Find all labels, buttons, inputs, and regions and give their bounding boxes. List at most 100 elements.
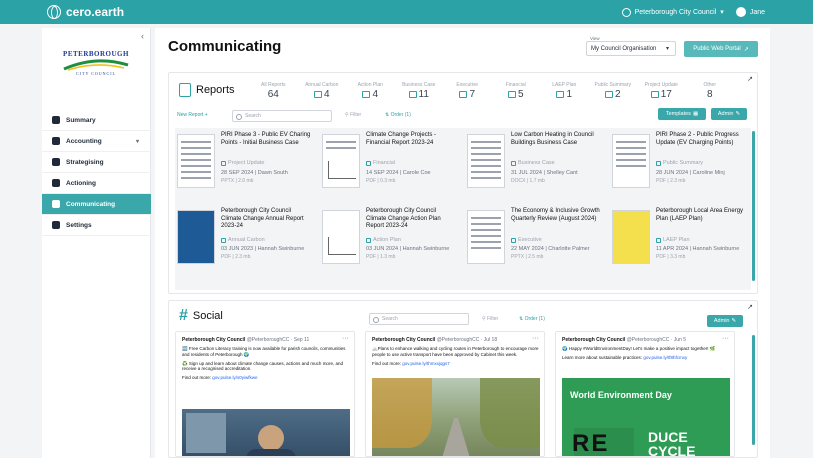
social-posts: Peterborough City Council @PeterboroughC… <box>175 331 745 457</box>
report-size: PDF | 3.3 mb <box>656 254 686 260</box>
more-options-icon[interactable]: ··· <box>722 335 729 342</box>
templates-button[interactable]: Templates ▦ <box>658 108 706 120</box>
stat-executive[interactable]: Executive 7 <box>443 82 492 100</box>
globe-icon <box>47 5 61 19</box>
stat-laep-plan[interactable]: LAEP Plan 1 <box>540 82 589 100</box>
post-link[interactable]: gov.pulse.ly/thmxxjqgs7 <box>402 361 449 366</box>
factory-icon <box>313 91 322 98</box>
sidebar-item-accounting[interactable]: Accounting ▾ <box>42 131 151 152</box>
stat-all-reports[interactable]: All Reports 64 <box>249 82 298 100</box>
org-switcher[interactable]: Peterborough City Council ▾ <box>621 7 724 17</box>
more-options-icon[interactable]: ··· <box>342 335 349 342</box>
report-card[interactable]: Low Carbon Heating in Council Buildings … <box>465 132 605 208</box>
stat-business-case[interactable]: Business Case 11 <box>395 82 444 100</box>
post-link[interactable]: gov.pulse.ly/tf8hfcmxy <box>643 355 687 360</box>
sidebar-item-summary[interactable]: Summary <box>42 110 151 131</box>
logo-subtext: CITY COUNCIL <box>76 71 116 76</box>
actioning-icon <box>52 179 60 187</box>
stat-other[interactable]: Other 8 <box>686 82 735 100</box>
post-image <box>182 409 350 456</box>
reports-search-input[interactable]: Search <box>232 110 332 122</box>
sidebar-item-settings[interactable]: Settings <box>42 215 151 236</box>
post-author: Peterborough City Council @PeterboroughC… <box>562 337 686 343</box>
social-scrollbar[interactable] <box>752 335 755 445</box>
action-plan-icon <box>362 91 371 98</box>
user-menu[interactable]: Jane <box>735 7 765 17</box>
sidebar-item-label: Accounting <box>66 137 102 145</box>
sidebar-item-strategising[interactable]: Strategising <box>42 152 151 173</box>
pencil-icon: ✎ <box>735 111 741 117</box>
report-category: Business Case <box>511 160 555 166</box>
report-size: PDF | 2.3 mb <box>656 178 686 184</box>
report-thumbnail <box>467 210 505 264</box>
stat-project-update[interactable]: Project Update 17 <box>637 82 686 100</box>
reports-title: Reports <box>196 84 235 96</box>
report-category-label: Project Update <box>228 160 265 166</box>
stat-financial[interactable]: Financial 5 <box>492 82 541 100</box>
social-admin-button[interactable]: Admin ✎ <box>707 315 743 327</box>
report-card[interactable]: Climate Change Projects - Financial Repo… <box>320 132 460 208</box>
stat-public-summary[interactable]: Public Summary 2 <box>589 82 638 100</box>
social-post[interactable]: Peterborough City Council @PeterboroughC… <box>175 331 355 457</box>
post-author: Peterborough City Council @PeterboroughC… <box>182 337 309 343</box>
social-panel: ↗ # Social Search ⚲ Filter ⇅ Order (1) A… <box>168 300 758 458</box>
stat-label: Other <box>703 82 716 88</box>
pencil-icon: ✎ <box>731 318 737 324</box>
report-card[interactable]: PIRI Phase 3 - Public EV Charing Points … <box>175 132 315 208</box>
sidebar-item-actioning[interactable]: Actioning <box>42 173 151 194</box>
social-search-input[interactable]: Search <box>369 313 469 325</box>
view-select[interactable]: My Council Organisation ▾ <box>586 41 676 56</box>
report-card[interactable]: Peterborough City Council Climate Change… <box>320 208 460 284</box>
category-icon <box>221 237 226 243</box>
report-card[interactable]: Peterborough City Council Climate Change… <box>175 208 315 284</box>
sidebar: ‹ PETERBOROUGH CITY COUNCIL Summary Acco… <box>42 28 151 458</box>
location-pin-icon <box>556 91 565 98</box>
reports-filter-button[interactable]: ⚲ Filter <box>345 112 361 118</box>
caret-down-icon: ▾ <box>665 46 669 52</box>
report-title: Peterborough City Council Climate Change… <box>221 208 304 229</box>
more-options-icon[interactable]: ··· <box>532 335 539 342</box>
report-thumbnail <box>612 210 650 264</box>
order-label: Order (1) <box>390 112 411 118</box>
reports-admin-button[interactable]: Admin ✎ <box>711 108 747 120</box>
brand-logo[interactable]: cero.earth <box>47 5 124 19</box>
expand-icon[interactable]: ↗ <box>747 303 753 311</box>
report-title: Climate Change Projects - Financial Repo… <box>366 132 437 146</box>
report-thumbnail <box>322 210 360 264</box>
stat-annual-carbon[interactable]: Annual Carbon 4 <box>298 82 347 100</box>
category-icon <box>511 237 516 243</box>
report-category-label: LAEP Plan <box>663 237 690 243</box>
sidebar-item-communicating[interactable]: Communicating <box>42 194 151 215</box>
report-thumbnail <box>177 134 215 188</box>
report-size: PPTX | 2.5 mb <box>511 254 544 260</box>
brand-name: cero.earth <box>66 5 125 19</box>
stat-value: 4 <box>372 89 379 100</box>
stat-action-plan[interactable]: Action Plan 4 <box>346 82 395 100</box>
reports-order-button[interactable]: ⇅ Order (1) <box>385 112 411 118</box>
reports-scrollbar[interactable] <box>752 131 755 281</box>
sidebar-item-label: Actioning <box>66 179 96 187</box>
post-link[interactable]: gov.pulse.ly/s0yiwfkwe <box>212 375 257 380</box>
expand-icon[interactable]: ↗ <box>747 75 753 83</box>
social-post[interactable]: Peterborough City Council @PeterboroughC… <box>365 331 545 457</box>
report-card[interactable]: The Economy & Inclusive Growth Quarterly… <box>465 208 605 284</box>
social-filter-button[interactable]: ⚲ Filter <box>482 316 498 322</box>
post-text-line: 🆓 Free Carbon Literacy training is now a… <box>182 346 346 357</box>
stat-label: LAEP Plan <box>552 82 577 88</box>
report-date: 14 SEP 2024 | Carole Coe <box>366 170 431 176</box>
plus-icon: + <box>204 112 208 118</box>
social-post[interactable]: Peterborough City Council @PeterboroughC… <box>555 331 735 457</box>
new-report-button[interactable]: New Report + <box>177 112 208 118</box>
report-title: Peterborough Local Area Energy Plan (LAE… <box>656 208 744 222</box>
report-card[interactable]: Peterborough Local Area Energy Plan (LAE… <box>610 208 750 284</box>
report-card[interactable]: PIRI Phase 2 - Public Progress Update (E… <box>610 132 750 208</box>
public-web-portal-button[interactable]: Public Web Portal ↗ <box>684 41 758 57</box>
report-date: 03 JUN 2023 | Hannah Swinburne <box>221 246 305 252</box>
collapse-sidebar-icon[interactable]: ‹ <box>141 31 144 41</box>
stat-value: 2 <box>614 89 621 100</box>
social-order-button[interactable]: ⇅ Order (1) <box>519 316 545 322</box>
post-text-line: Find out more: <box>372 360 402 366</box>
report-date: 28 SEP 2024 | Dawn South <box>221 170 288 176</box>
stat-value: 5 <box>517 89 524 100</box>
report-title: Low Carbon Heating in Council Buildings … <box>511 132 594 146</box>
